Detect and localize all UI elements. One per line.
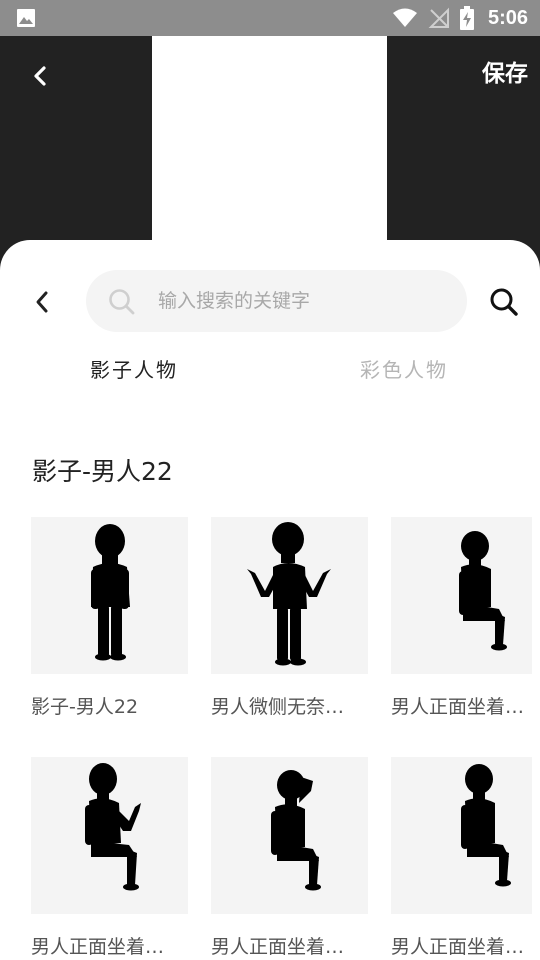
clock: 5:06 bbox=[487, 6, 528, 29]
no-signal-icon bbox=[428, 7, 449, 28]
figure-card-label: 男人正面坐着… bbox=[391, 696, 525, 718]
sitting-gesturing-man-silhouette bbox=[85, 763, 141, 891]
save-button[interactable]: 保存 bbox=[482, 54, 528, 88]
wifi-icon bbox=[392, 8, 417, 27]
chevron-left-icon bbox=[36, 291, 48, 313]
figure-picker-sheet: 影子人物 彩色人物 影子-男人22 影子-男人22 bbox=[0, 240, 540, 960]
status-bar: 5:06 bbox=[0, 0, 540, 36]
chevron-left-icon bbox=[34, 66, 46, 86]
figure-card-label: 影子-男人22 bbox=[31, 696, 139, 718]
search-icon bbox=[109, 289, 135, 315]
sheet-back-button[interactable] bbox=[26, 286, 58, 318]
sitting-man-silhouette bbox=[459, 531, 507, 651]
standing-man-silhouette bbox=[91, 524, 130, 661]
tab-color-figures[interactable]: 彩色人物 bbox=[360, 354, 448, 383]
section-title: 影子-男人22 bbox=[32, 457, 173, 486]
search-button-icon[interactable] bbox=[488, 286, 520, 318]
editor-area: 保存 bbox=[0, 36, 540, 266]
sitting-thinking-man-silhouette bbox=[271, 770, 321, 891]
search-input[interactable] bbox=[158, 282, 448, 320]
figure-thumbnail bbox=[211, 757, 368, 914]
figure-card-label: 男人正面坐着… bbox=[391, 936, 525, 958]
figure-thumbnail bbox=[391, 517, 532, 674]
tab-shadow-figures[interactable]: 影子人物 bbox=[90, 354, 178, 383]
figure-thumbnail bbox=[31, 517, 188, 674]
figure-card[interactable]: 男人正面坐着… bbox=[211, 757, 368, 959]
sitting-man-silhouette bbox=[461, 764, 511, 887]
gallery-icon bbox=[17, 9, 35, 27]
figure-thumbnail bbox=[391, 757, 532, 914]
figure-card[interactable]: 男人正面坐着… bbox=[391, 757, 532, 959]
figure-card-label: 男人微侧无奈… bbox=[211, 696, 345, 718]
battery-charging-icon bbox=[459, 6, 474, 30]
figure-card[interactable]: 男人正面坐着… bbox=[31, 757, 188, 959]
figure-thumbnail bbox=[31, 757, 188, 914]
figure-card-label: 男人正面坐着… bbox=[211, 936, 345, 958]
figure-card[interactable]: 男人微侧无奈… bbox=[211, 517, 368, 719]
figure-thumbnail bbox=[211, 517, 368, 674]
figure-card-label: 男人正面坐着… bbox=[31, 936, 165, 958]
editor-canvas[interactable] bbox=[152, 36, 387, 256]
figure-card[interactable]: 影子-男人22 bbox=[31, 517, 188, 719]
editor-back-button[interactable] bbox=[24, 60, 56, 92]
shrugging-man-silhouette bbox=[247, 522, 331, 666]
search-box[interactable] bbox=[86, 270, 467, 332]
figure-card[interactable]: 男人正面坐着… bbox=[391, 517, 532, 719]
